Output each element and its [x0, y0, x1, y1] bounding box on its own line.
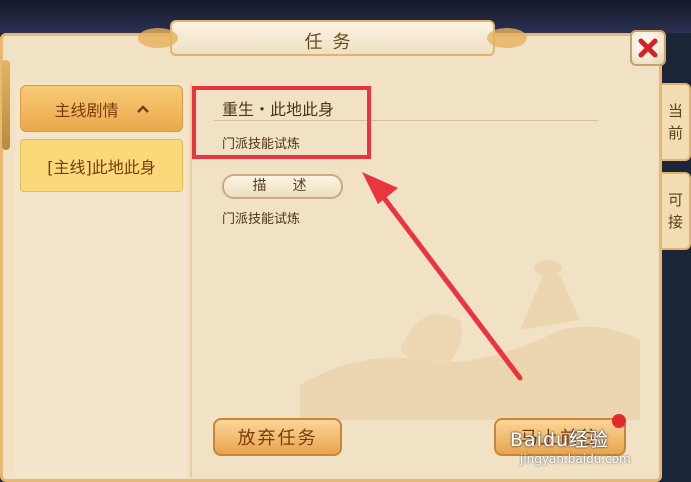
annotation-highlight-box [192, 86, 371, 159]
close-icon [638, 38, 658, 58]
abandon-quest-label: 放弃任务 [237, 428, 318, 449]
tab-available-label-1: 可 [667, 191, 683, 209]
description-label: 描 述 [222, 174, 343, 199]
window-title-frame: 任务 [138, 20, 527, 56]
notification-dot [612, 414, 626, 428]
window-title: 任务 [304, 32, 361, 53]
tab-current[interactable]: 当 前 [662, 83, 691, 161]
description-text: 门派技能试炼 [222, 212, 301, 227]
close-button[interactable] [630, 30, 666, 66]
tab-current-label-1: 当 [667, 102, 683, 120]
tab-current-label-2: 前 [667, 124, 683, 142]
quest-list-item-label: [主线]此地此身 [47, 157, 156, 177]
quest-list-item[interactable]: [主线]此地此身 [20, 139, 183, 192]
tab-available-label-2: 接 [667, 213, 683, 231]
watermark-brand: Baidu经验 [510, 429, 610, 451]
tab-available[interactable]: 可 接 [662, 172, 691, 250]
category-label: 主线剧情 [54, 100, 119, 120]
tassel-ornament [2, 60, 10, 150]
watermark-url: jingyan.baidu.com [520, 452, 631, 466]
abandon-quest-button[interactable]: 放弃任务 [213, 418, 342, 456]
category-header-main-story[interactable]: 主线剧情 [20, 85, 183, 132]
chevron-up-icon [136, 104, 149, 113]
